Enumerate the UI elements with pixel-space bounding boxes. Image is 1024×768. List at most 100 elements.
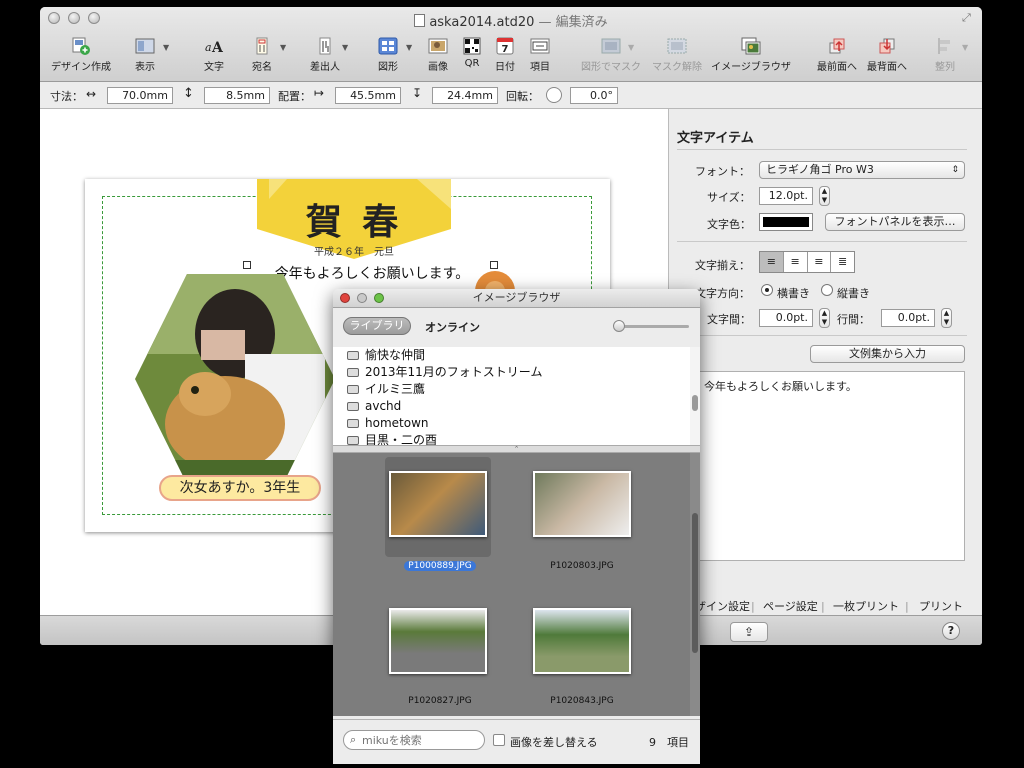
slider-knob[interactable] [613, 320, 625, 332]
toolbar-address[interactable]: 宛名 [245, 37, 279, 73]
position-label: 配置： [278, 90, 311, 103]
tab-single-print[interactable]: 一枚プリント [833, 599, 899, 615]
scrollbar-thumb[interactable] [692, 395, 698, 411]
tab-online[interactable]: オンライン [425, 319, 480, 335]
toolbar-label: 差出人 [310, 62, 340, 73]
toolbar-qr[interactable]: QR [458, 37, 486, 69]
char-spacing-stepper[interactable]: ▲ ▼ [819, 308, 830, 328]
toolbar-unmask[interactable]: マスク解除 [648, 37, 706, 73]
toolbar-align[interactable]: 整列 [928, 37, 962, 73]
view-dropdown-icon[interactable]: ▼ [163, 43, 169, 52]
window-title-text: aska2014.atd20 [429, 15, 535, 30]
thumbnail-size-slider[interactable] [619, 325, 689, 328]
font-label: フォント： [695, 165, 750, 178]
text-content-area[interactable]: 今年もよろしくお願いします。 [699, 371, 965, 561]
toolbar-image[interactable]: 画像 [424, 37, 452, 73]
align-dropdown-icon[interactable]: ▼ [962, 43, 968, 52]
tab-print[interactable]: プリント [919, 599, 963, 615]
event-icon [347, 385, 359, 394]
width-field[interactable]: 70.0mm [107, 87, 173, 104]
height-field[interactable]: 8.5mm [204, 87, 270, 104]
list-item[interactable]: 目黒・二の酉 [347, 432, 437, 445]
vertical-radio[interactable] [821, 284, 833, 296]
toolbar-date[interactable]: 7 日付 [491, 37, 519, 73]
toolbar-design-create[interactable]: デザイン作成 [48, 37, 114, 73]
toolbar-sender[interactable]: 差出人 [305, 37, 345, 73]
fullscreen-icon[interactable]: ⤢ [962, 11, 974, 24]
alignment-segmented-control: ≡ ≡ ≡ ≣ [759, 251, 855, 273]
shape-mask-dropdown-icon[interactable]: ▼ [628, 43, 634, 52]
geometry-bar: 寸法： ↔ 70.0mm ↕ 8.5mm 配置： ↦ 45.5mm ↧ 24.4… [40, 82, 982, 109]
rotate-field[interactable]: 0.0° [570, 87, 618, 104]
address-dropdown-icon[interactable]: ▼ [280, 43, 286, 52]
line-spacing-stepper[interactable]: ▲ ▼ [941, 308, 952, 328]
search-input[interactable] [362, 733, 480, 747]
help-button[interactable]: ? [942, 622, 960, 640]
photo-thumbnail-p1000889[interactable] [389, 471, 487, 537]
shape-dropdown-icon[interactable]: ▼ [406, 43, 412, 52]
align-right-icon[interactable]: ≡ [808, 252, 832, 272]
sender-dropdown-icon[interactable]: ▼ [342, 43, 348, 52]
photo-grid-scrollbar[interactable] [690, 453, 700, 716]
photo-thumbnail-p1020827[interactable] [389, 608, 487, 674]
tab-library[interactable]: ライブラリ [343, 317, 411, 335]
font-select[interactable]: ヒラギノ角ゴ Pro W3 ⇕ [759, 161, 965, 179]
align-justify-icon[interactable]: ≣ [831, 252, 854, 272]
photo-caption[interactable]: 次女あすか。3年生 [159, 475, 321, 501]
text-color-well[interactable] [759, 213, 813, 231]
share-button[interactable]: ⇪ [730, 622, 768, 642]
toolbar-label: 最背面へ [867, 62, 907, 73]
line-spacing-field[interactable]: 0.0pt. [881, 309, 935, 327]
align-left-icon[interactable]: ≡ [760, 252, 784, 272]
toolbar-image-browser[interactable]: イメージブラウザ [708, 37, 794, 73]
scrollbar-thumb[interactable] [692, 513, 698, 653]
hexagon-photo[interactable] [135, 274, 335, 484]
card-subheading[interactable]: 平成２６年 元旦 [257, 243, 451, 258]
panel-close-button[interactable] [340, 293, 350, 303]
sender-icon [319, 37, 331, 55]
source-list-scrollbar[interactable] [690, 347, 700, 445]
list-item[interactable]: hometown [347, 415, 429, 432]
card-heading[interactable]: 賀 春 [257, 193, 451, 245]
list-item[interactable]: 2013年11月のフォトストリーム [347, 364, 542, 381]
selection-handle[interactable] [243, 261, 251, 269]
toolbar-field[interactable]: 項目 [525, 37, 555, 73]
char-spacing-field[interactable]: 0.0pt. [759, 309, 813, 327]
insert-sample-text-button[interactable]: 文例集から入力 [810, 345, 965, 363]
panel-minimize-button[interactable] [357, 293, 367, 303]
shape-icon [378, 37, 398, 55]
svg-text:a: a [205, 41, 212, 54]
toolbar-shape[interactable]: 図形 [371, 37, 405, 73]
split-view-divider[interactable]: ⌃ [333, 445, 700, 453]
horizontal-radio[interactable] [761, 284, 773, 296]
font-size-stepper[interactable]: ▲ ▼ [819, 186, 830, 206]
font-size-field[interactable]: 12.0pt. [759, 187, 813, 205]
toolbar-text[interactable]: aA 文字 [197, 37, 231, 73]
inspector-title: 文字アイテム [677, 131, 754, 146]
design-create-icon [72, 37, 90, 55]
tab-page-settings[interactable]: ページ設定 [763, 599, 818, 615]
show-font-panel-button[interactable]: フォントパネルを表示… [825, 213, 965, 231]
y-position-field[interactable]: 24.4mm [432, 87, 498, 104]
toolbar-send-back[interactable]: 最背面へ [864, 37, 910, 73]
toolbar-label: 文字 [204, 62, 224, 73]
replace-image-checkbox[interactable] [493, 734, 505, 746]
photo-thumbnail-p1020843[interactable] [533, 608, 631, 674]
width-arrow-icon: ↔ [86, 87, 97, 101]
align-center-icon[interactable]: ≡ [784, 252, 808, 272]
photo-thumbnail-p1020803[interactable] [533, 471, 631, 537]
image-browser-icon [741, 37, 761, 55]
panel-zoom-button[interactable] [374, 293, 384, 303]
list-item[interactable]: イルミ三鷹 [347, 381, 425, 398]
list-item[interactable]: 愉快な仲間 [347, 347, 425, 364]
toolbar-bring-front[interactable]: 最前面へ [814, 37, 860, 73]
toolbar-view[interactable]: 表示 [128, 37, 162, 73]
text-icon: aA [205, 40, 224, 55]
help-icon: ? [947, 624, 955, 637]
rotate-dial[interactable] [546, 87, 562, 103]
list-item[interactable]: avchd [347, 398, 401, 415]
x-position-field[interactable]: 45.5mm [335, 87, 401, 104]
image-browser-title-bar: イメージブラウザ [333, 289, 700, 308]
search-field[interactable]: ⌕ [343, 730, 485, 750]
tab-design-settings[interactable]: ザイン設定 [695, 599, 750, 615]
